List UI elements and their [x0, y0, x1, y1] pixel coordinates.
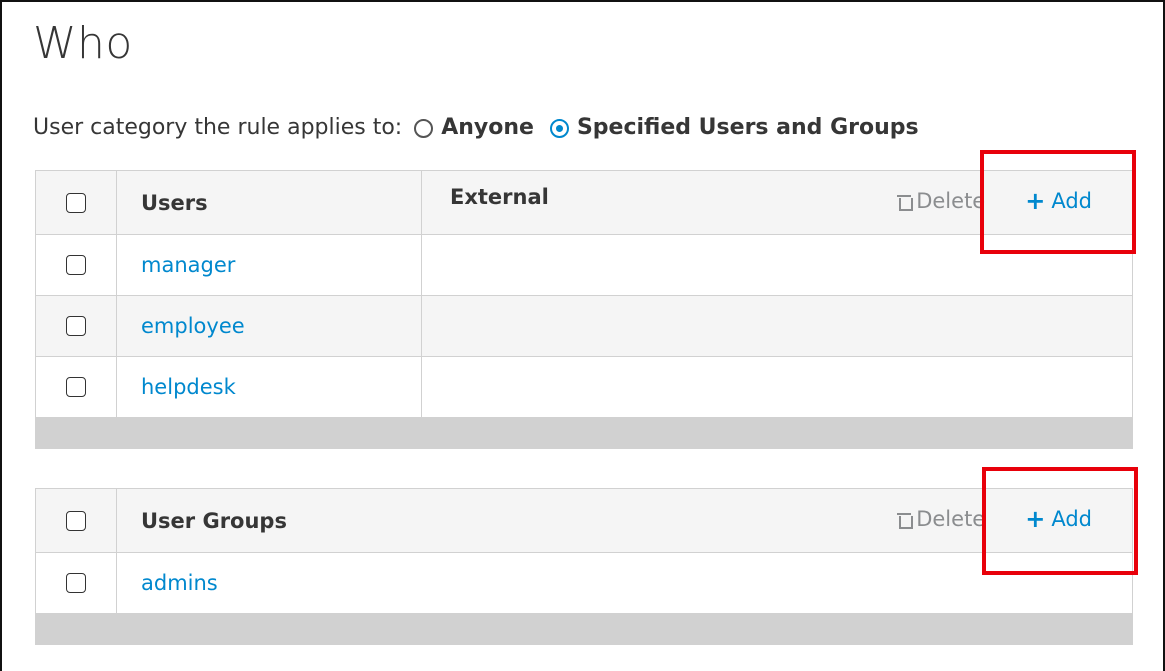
groups-actions: Delete + Add [896, 507, 1092, 531]
user-name-cell: employee [117, 296, 422, 356]
groups-delete-button[interactable]: Delete [896, 507, 985, 531]
external-cell [422, 235, 1132, 295]
table-row: helpdesk [36, 357, 1132, 418]
select-all-users-checkbox[interactable] [66, 192, 86, 213]
trash-icon [896, 510, 914, 529]
trash-icon [896, 192, 914, 211]
radio-specified[interactable]: Specified Users and Groups [542, 115, 919, 140]
groups-column-label: User Groups [141, 508, 287, 533]
user-category-label: User category the rule applies to: [33, 115, 403, 140]
users-delete-button[interactable]: Delete [896, 189, 985, 213]
row-check-cell [36, 553, 117, 613]
select-all-cell [36, 171, 117, 234]
table-row: admins [36, 553, 1132, 614]
users-column-header: Users [117, 171, 422, 234]
user-category-row: User category the rule applies to: Anyon… [33, 115, 919, 140]
groups-add-button[interactable]: + Add [1025, 507, 1092, 531]
external-cell [422, 296, 1132, 356]
row-checkbox[interactable] [66, 316, 86, 336]
group-name-cell: admins [117, 553, 1132, 613]
row-checkbox[interactable] [66, 573, 86, 593]
row-check-cell [36, 235, 117, 295]
users-table-header: Users External Delete + Add [36, 171, 1132, 235]
user-name-cell: helpdesk [117, 357, 422, 417]
plus-icon: + [1025, 187, 1046, 215]
user-name-cell: manager [117, 235, 422, 295]
external-cell [422, 357, 1132, 417]
users-add-label: Add [1051, 189, 1092, 213]
section-title: Who [33, 18, 133, 69]
radio-specified-label: Specified Users and Groups [576, 115, 919, 140]
row-check-cell [36, 357, 117, 417]
radio-anyone[interactable]: Anyone [406, 115, 534, 140]
table-footer [36, 418, 1132, 448]
groups-add-label: Add [1051, 507, 1092, 531]
row-check-cell [36, 296, 117, 356]
select-all-cell [36, 489, 117, 552]
table-row: employee [36, 296, 1132, 357]
user-link[interactable]: employee [141, 314, 245, 338]
row-checkbox[interactable] [66, 255, 86, 275]
users-actions: Delete + Add [896, 189, 1092, 213]
external-column-label: External [450, 185, 549, 209]
group-link[interactable]: admins [141, 571, 218, 595]
select-all-groups-checkbox[interactable] [66, 510, 86, 531]
table-row: manager [36, 235, 1132, 296]
plus-icon: + [1025, 505, 1046, 533]
groups-column-header: User Groups Delete + Add [117, 489, 1132, 552]
groups-table: User Groups Delete + Add admins [35, 488, 1133, 645]
user-link[interactable]: manager [141, 253, 235, 277]
users-table: Users External Delete + Add manager empl… [35, 170, 1133, 449]
groups-delete-label: Delete [916, 507, 986, 531]
groups-table-header: User Groups Delete + Add [36, 489, 1132, 553]
row-checkbox[interactable] [66, 377, 86, 397]
radio-icon[interactable] [414, 119, 434, 138]
table-footer [36, 614, 1132, 644]
users-add-button[interactable]: + Add [1025, 189, 1092, 213]
external-column-header: External Delete + Add [422, 171, 1132, 234]
radio-anyone-label: Anyone [441, 115, 534, 140]
radio-selected-icon[interactable] [549, 119, 569, 138]
user-link[interactable]: helpdesk [141, 375, 236, 399]
users-delete-label: Delete [916, 189, 986, 213]
